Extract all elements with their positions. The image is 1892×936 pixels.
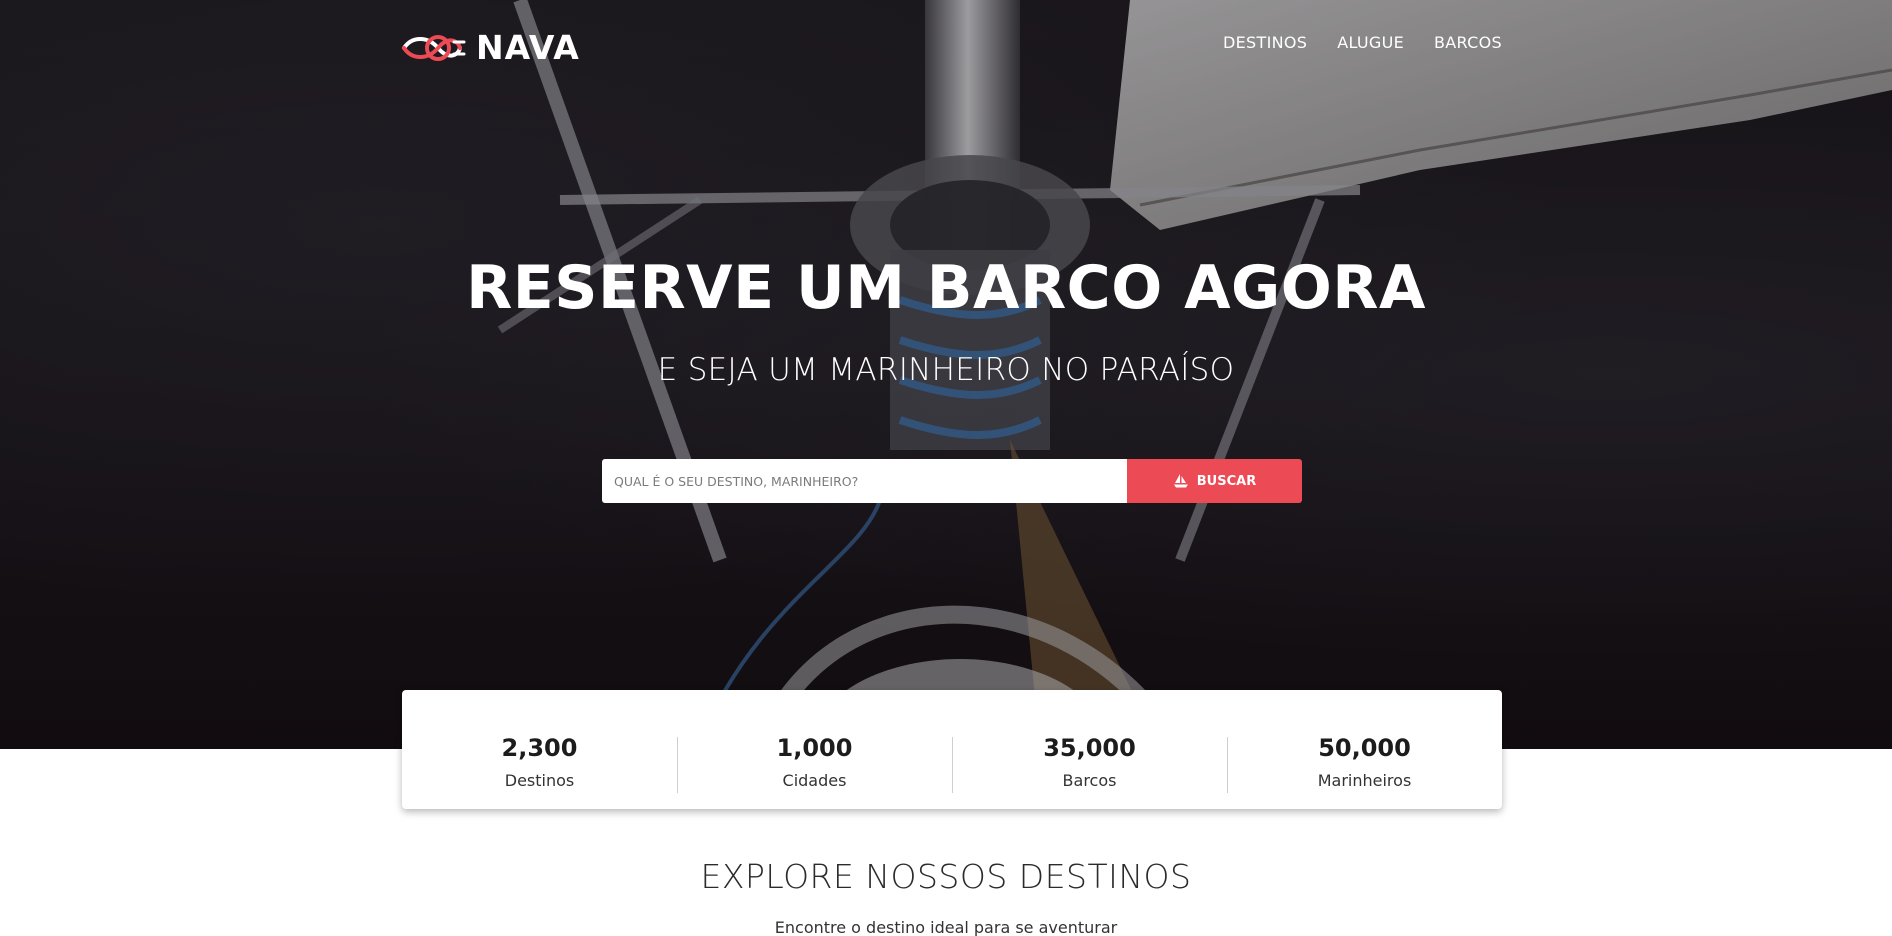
stat-barcos: 35,000 Barcos bbox=[952, 705, 1227, 795]
stat-label: Barcos bbox=[1062, 770, 1117, 790]
destination-search: BUSCAR bbox=[602, 459, 1302, 503]
explore-section-subtitle: Encontre o destino ideal para se aventur… bbox=[774, 918, 1118, 936]
top-navbar: NAVA DESTINOS ALUGUE BARCOS bbox=[0, 0, 1892, 90]
nav-link-barcos[interactable]: BARCOS bbox=[1434, 31, 1502, 55]
main-nav: DESTINOS ALUGUE BARCOS bbox=[1223, 31, 1502, 55]
stat-value: 35,000 bbox=[1043, 733, 1136, 762]
hero-banner: NAVA DESTINOS ALUGUE BARCOS RESERVE UM B… bbox=[0, 0, 1892, 749]
stat-label: Cidades bbox=[782, 770, 847, 790]
stat-cidades: 1,000 Cidades bbox=[677, 705, 952, 795]
brand-name: NAVA bbox=[476, 28, 580, 67]
brand-logo[interactable]: NAVA bbox=[400, 28, 580, 68]
stat-value: 2,300 bbox=[501, 733, 578, 762]
knot-logo-icon bbox=[402, 35, 466, 61]
destination-search-input[interactable] bbox=[602, 459, 1127, 503]
nav-link-alugue[interactable]: ALUGUE bbox=[1337, 31, 1404, 55]
stat-destinos: 2,300 Destinos bbox=[402, 705, 677, 795]
stat-label: Destinos bbox=[504, 770, 575, 790]
search-button[interactable]: BUSCAR bbox=[1127, 459, 1302, 503]
stat-value: 50,000 bbox=[1318, 733, 1411, 762]
stat-label: Marinheiros bbox=[1317, 770, 1412, 790]
explore-section-title: EXPLORE NOSSOS DESTINOS bbox=[700, 857, 1192, 896]
stat-marinheiros: 50,000 Marinheiros bbox=[1227, 705, 1502, 795]
search-button-label: BUSCAR bbox=[1196, 473, 1257, 489]
hero-title: RESERVE UM BARCO AGORA bbox=[466, 253, 1426, 323]
stat-value: 1,000 bbox=[776, 733, 853, 762]
stats-card: 2,300 Destinos 1,000 Cidades 35,000 Barc… bbox=[402, 690, 1502, 809]
hero-subtitle: E SEJA UM MARINHEIRO NO PARAÍSO bbox=[657, 352, 1235, 388]
nav-link-destinos[interactable]: DESTINOS bbox=[1223, 31, 1307, 55]
boat-icon bbox=[1173, 474, 1188, 488]
